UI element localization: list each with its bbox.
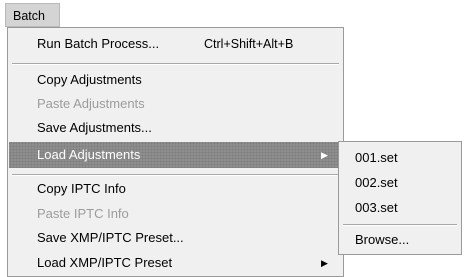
submenu-item-003-label: 003.set [355,200,398,215]
submenu-item-browse[interactable]: Browse... [355,228,409,252]
menu-item-run-batch-label: Run Batch Process... [37,36,160,51]
menu-item-paste-iptc[interactable]: Paste IPTC Info [9,201,342,227]
submenu-item-002-label: 002.set [355,175,398,190]
menu-batch[interactable]: Batch [5,3,60,27]
menu-item-run-batch[interactable]: Run Batch Process... Ctrl+Shift+Alt+B [9,31,342,57]
menu-item-paste-adjustments-label: Paste Adjustments [37,96,145,111]
submenu-separator [343,224,457,226]
batch-dropdown-menu: Run Batch Process... Ctrl+Shift+Alt+B Co… [7,27,344,277]
menu-item-copy-adjustments-label: Copy Adjustments [37,72,142,87]
menu-item-copy-iptc[interactable]: Copy IPTC Info [9,176,342,202]
menu-item-save-xmp[interactable]: Save XMP/IPTC Preset... [9,225,342,251]
submenu-item-001[interactable]: 001.set [355,146,398,170]
submenu-arrow-icon: ▶ [321,150,328,160]
submenu-item-003[interactable]: 003.set [355,196,398,220]
menu-separator [12,63,339,65]
menu-item-load-adjustments[interactable]: Load Adjustments ▶ [9,142,342,168]
menu-item-save-adjustments[interactable]: Save Adjustments... [9,115,342,141]
menu-item-copy-iptc-label: Copy IPTC Info [37,181,126,196]
submenu-item-002[interactable]: 002.set [355,171,398,195]
submenu-arrow-icon: ▶ [321,258,328,268]
menu-item-run-batch-shortcut: Ctrl+Shift+Alt+B [204,37,294,51]
submenu-item-001-label: 001.set [355,150,398,165]
menu-item-copy-adjustments[interactable]: Copy Adjustments [9,67,342,93]
menu-item-paste-iptc-label: Paste IPTC Info [37,206,129,221]
menu-item-load-adjustments-label: Load Adjustments [37,147,141,162]
menu-item-save-xmp-label: Save XMP/IPTC Preset... [37,230,184,245]
menu-item-paste-adjustments[interactable]: Paste Adjustments [9,91,342,117]
menu-batch-label: Batch [13,9,45,23]
submenu-item-browse-label: Browse... [355,232,410,247]
load-adjustments-submenu: 001.set 002.set 003.set Browse... [338,141,462,255]
menu-item-save-adjustments-label: Save Adjustments... [37,120,152,135]
menu-item-load-xmp-label: Load XMP/IPTC Preset [37,255,173,270]
menu-item-load-xmp[interactable]: Load XMP/IPTC Preset ▶ [9,250,342,276]
